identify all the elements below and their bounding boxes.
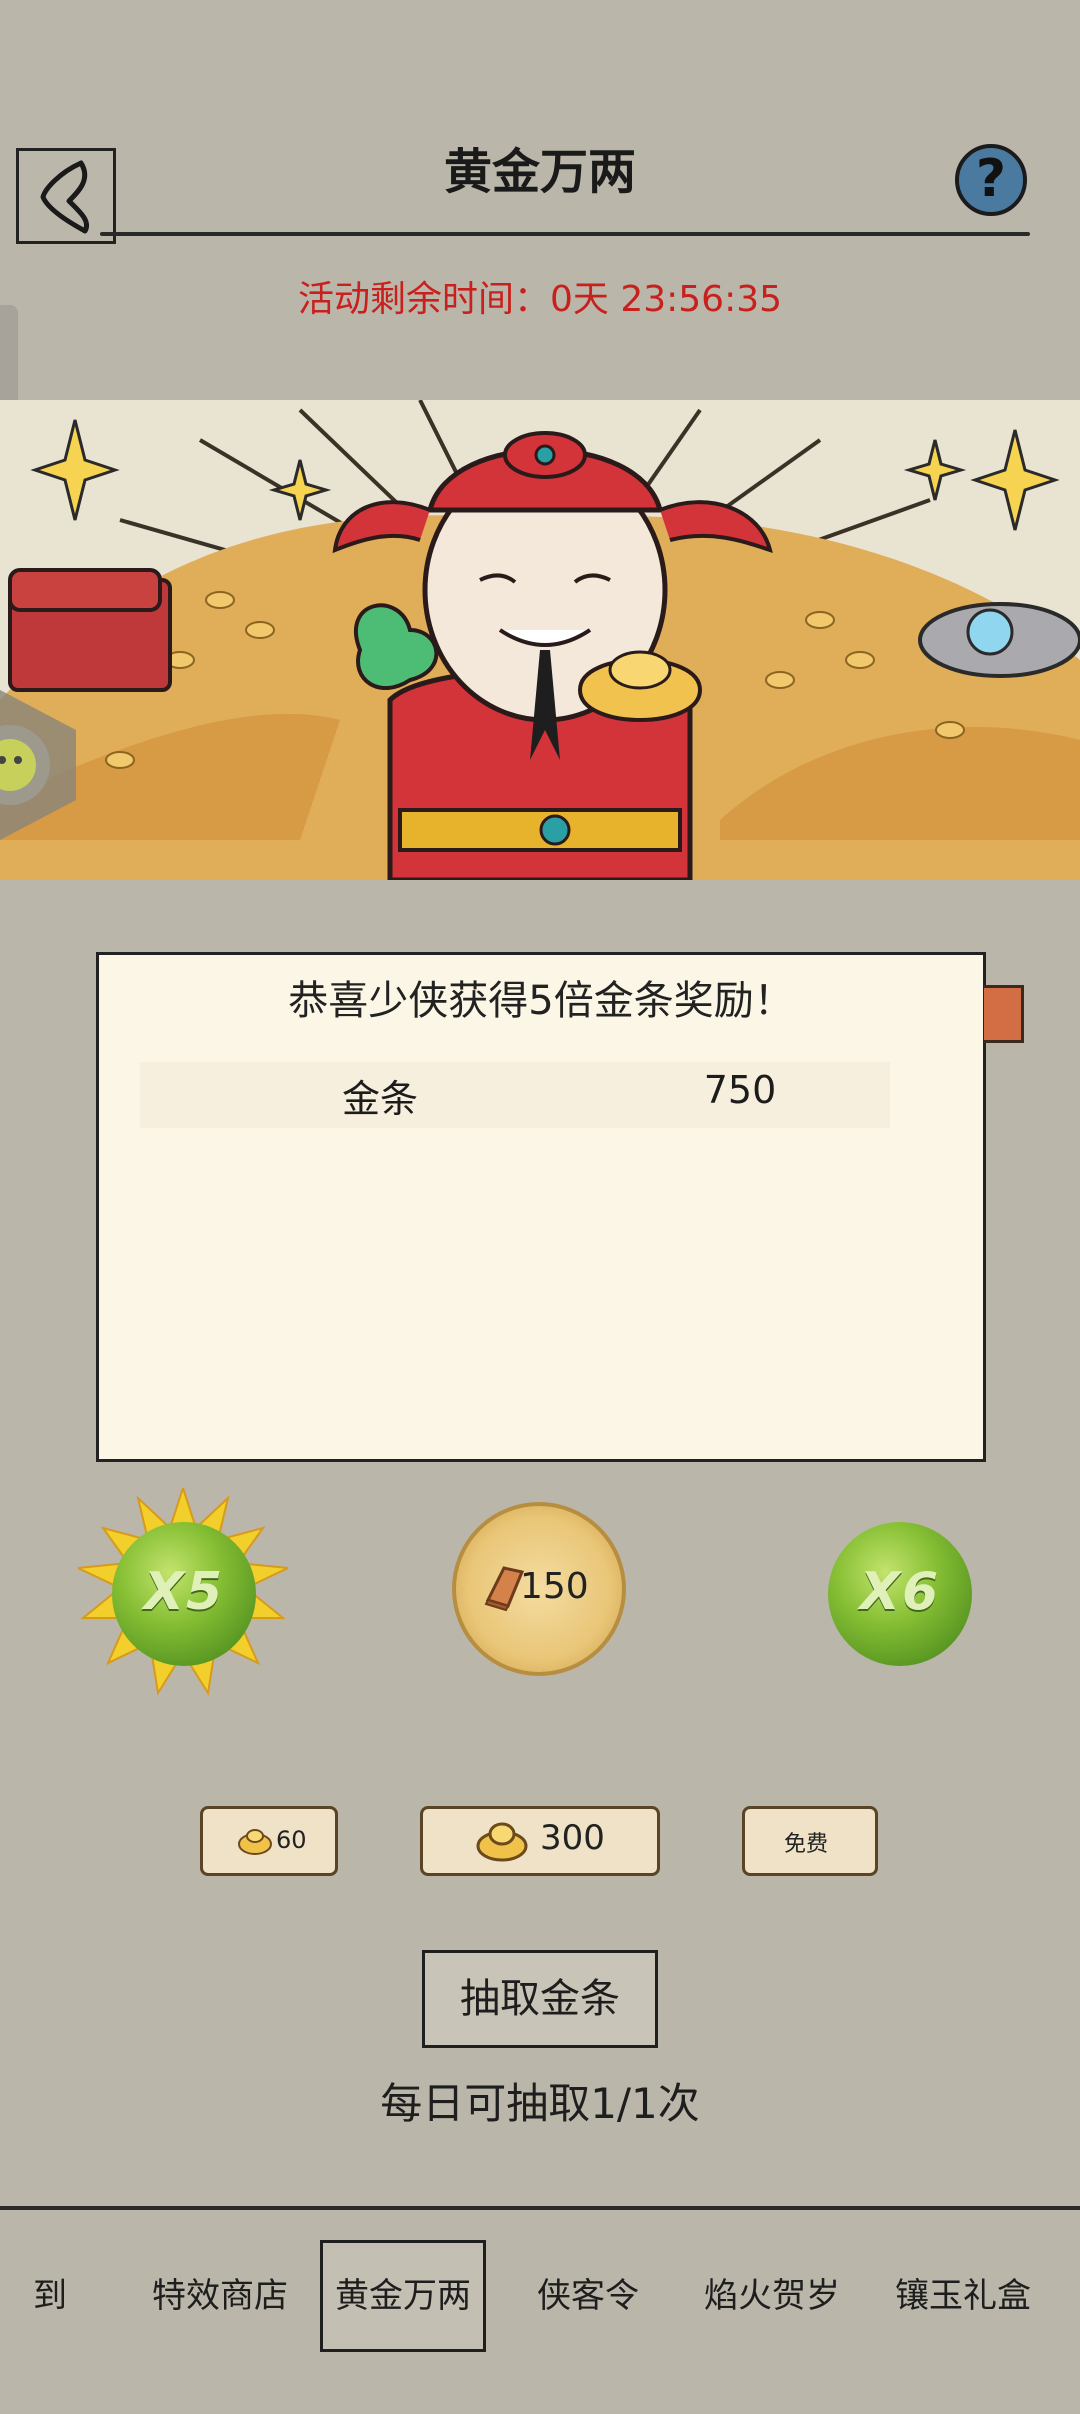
gold-ingot-large-icon: [476, 1822, 528, 1862]
daily-draw-limit: 每日可抽取1/1次: [380, 2079, 700, 2128]
nav-item-jade-giftbox[interactable]: 镶玉礼盒: [880, 2268, 1046, 2317]
reward-result-panel: [96, 952, 986, 1462]
god-of-wealth-banner: [0, 400, 1080, 880]
question-icon: ?: [975, 149, 1007, 209]
back-arrow-icon: [40, 160, 89, 234]
help-button[interactable]: ?: [955, 144, 1027, 216]
nav-item-golden-fortune[interactable]: 黄金万两: [322, 2268, 484, 2317]
gold-ingot-icon: [238, 1829, 272, 1855]
draw-gold-button[interactable]: 抽取金条: [422, 1950, 658, 2048]
price-300-label: 300: [540, 1818, 605, 1858]
back-button[interactable]: [16, 148, 116, 244]
plus-tab-icon[interactable]: [984, 985, 1024, 1043]
nav-item-effect-shop[interactable]: 特效商店: [140, 2268, 300, 2317]
nav-item-fireworks[interactable]: 焰火贺岁: [690, 2268, 854, 2317]
price-free-label: 免费: [784, 1832, 829, 1857]
nav-item-checkin[interactable]: 到: [20, 2268, 80, 2317]
header-divider: [100, 232, 1030, 236]
floating-assistant-icon[interactable]: [0, 690, 76, 840]
reward-title: 恭喜少侠获得5倍金条奖励！: [288, 978, 794, 1024]
event-timer: 活动剩余时间：0天 23:56:35: [297, 279, 783, 320]
multiplier-x5-button[interactable]: X5: [112, 1522, 256, 1666]
page-title: 黄金万两: [443, 144, 636, 200]
draw-cost-value: 150: [520, 1566, 589, 1607]
reward-item-value: 750: [703, 1068, 777, 1112]
price-60-label: 60: [276, 1826, 307, 1854]
bottom-nav-divider: [0, 2206, 1080, 2210]
multiplier-x6-button[interactable]: X6: [828, 1522, 972, 1666]
nav-item-hero-pass[interactable]: 侠客令: [520, 2268, 656, 2317]
reward-item-name: 金条: [341, 1077, 418, 1121]
